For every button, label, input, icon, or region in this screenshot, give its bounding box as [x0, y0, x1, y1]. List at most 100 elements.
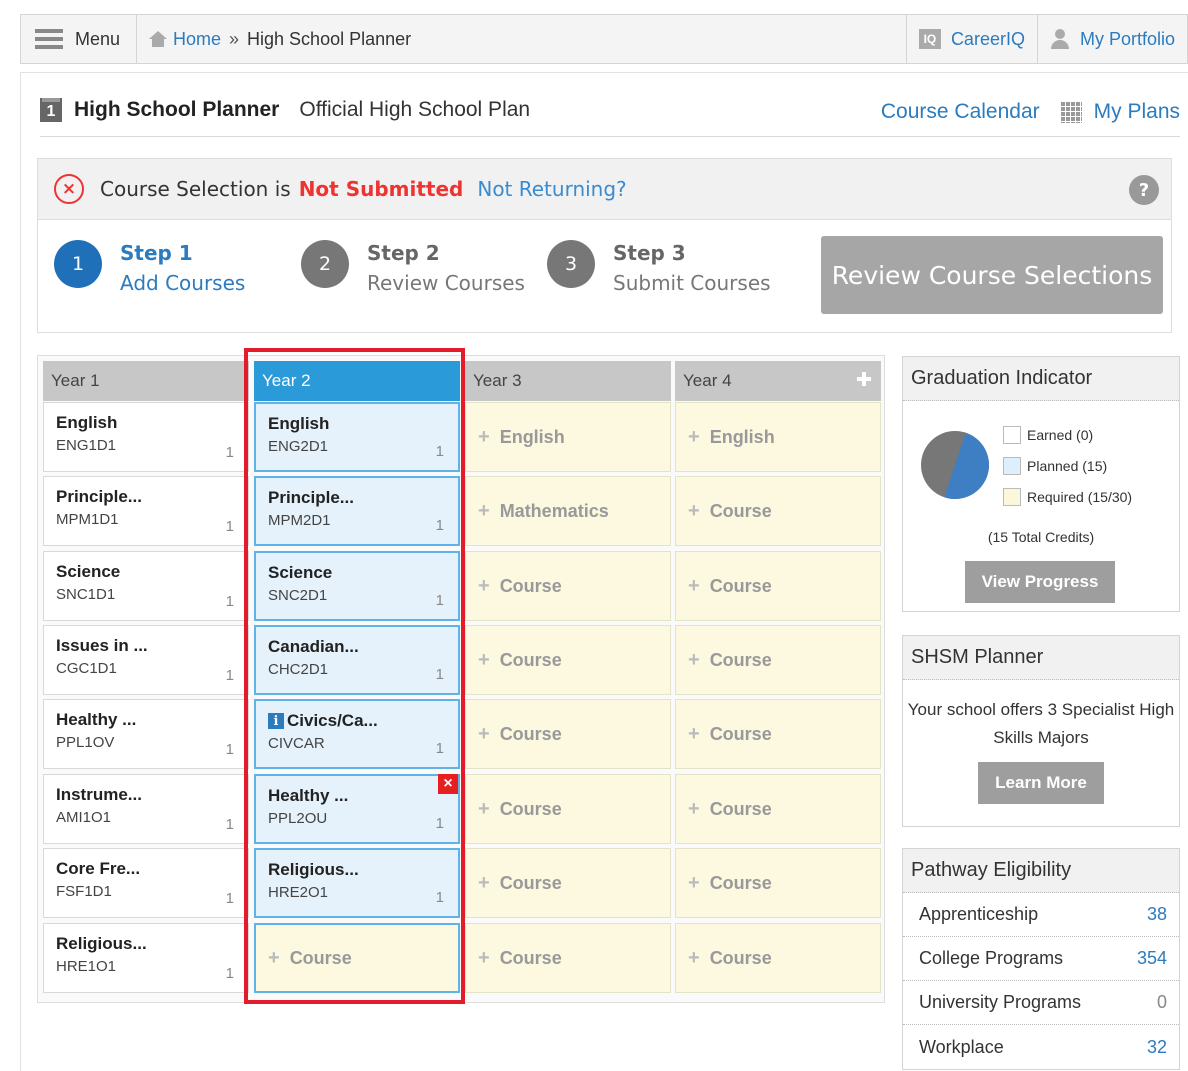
pathway-label: University Programs — [919, 992, 1082, 1012]
my-plans-link[interactable]: My Plans — [1094, 100, 1180, 124]
course-name: Instrume... — [56, 785, 236, 805]
pathway-count[interactable]: 32 — [1147, 1037, 1167, 1058]
course-card[interactable]: English ENG1D1 1 — [43, 402, 249, 472]
course-card[interactable]: Healthy ... PPL1OV 1 — [43, 699, 249, 769]
step-3[interactable]: 3 Step 3 Submit Courses — [547, 240, 771, 300]
pathway-count[interactable]: 354 — [1137, 948, 1167, 969]
not-returning-link[interactable]: Not Returning? — [477, 177, 626, 201]
year-header[interactable]: Year 1 — [43, 361, 249, 401]
course-card[interactable]: Canadian... CHC2D1 1 — [254, 625, 460, 695]
steps-panel: 1 Step 1 Add Courses 2 Step 2 Review Cours… — [37, 220, 1172, 333]
shsm-description: Your school offers 3 Specialist High Ski… — [907, 700, 1175, 747]
add-course-slot[interactable]: + Course — [465, 774, 671, 844]
legend-label: Planned (15) — [1027, 457, 1108, 474]
course-code: SNC1D1 — [56, 586, 116, 603]
add-course-slot[interactable]: + Mathematics — [465, 476, 671, 546]
year-label: Year 4 — [683, 371, 732, 390]
add-course-slot[interactable]: + Course — [465, 625, 671, 695]
review-course-selections-button[interactable]: Review Course Selections — [821, 236, 1163, 314]
menu-button[interactable]: Menu — [21, 15, 137, 63]
add-course-slot[interactable]: + Course — [465, 551, 671, 621]
pathway-row-university: University Programs 0 — [903, 981, 1179, 1025]
year-label: Year 2 — [262, 371, 311, 390]
legend-swatch — [1003, 487, 1021, 506]
add-course-slot[interactable]: + Course — [675, 699, 881, 769]
add-course-slot[interactable]: + Course — [675, 551, 881, 621]
slot-placeholder: Course — [709, 649, 772, 670]
course-name: Science — [56, 562, 236, 582]
add-course-slot[interactable]: + English — [675, 402, 881, 472]
course-code: ENG2D1 — [268, 438, 329, 455]
step-2[interactable]: 2 Step 2 Review Courses — [301, 240, 525, 300]
add-course-slot[interactable]: + Course — [254, 923, 460, 993]
step-desc: Add Courses — [120, 271, 246, 295]
course-card[interactable]: English ENG2D1 1 — [254, 402, 460, 472]
careeriq-link[interactable]: IQ CareerIQ — [905, 15, 1037, 63]
course-name-text: Healthy ... — [268, 786, 349, 805]
course-credits: 1 — [225, 816, 234, 833]
course-calendar-link[interactable]: Course Calendar — [881, 100, 1040, 124]
pathway-row-workplace[interactable]: Workplace 32 — [903, 1025, 1179, 1069]
pathway-count[interactable]: 38 — [1147, 904, 1167, 925]
legend-label: Required (15/30) — [1027, 488, 1133, 505]
step-desc: Submit Courses — [613, 271, 771, 295]
my-portfolio-link[interactable]: My Portfolio — [1036, 15, 1187, 63]
help-icon[interactable]: ? — [1129, 175, 1159, 205]
step-number: 1 — [54, 240, 102, 288]
course-name: English — [56, 413, 236, 433]
remove-course-icon[interactable]: × — [438, 774, 458, 794]
step-1[interactable]: 1 Step 1 Add Courses — [54, 240, 245, 300]
breadcrumb-home-link[interactable]: Home — [149, 29, 221, 50]
add-course-slot[interactable]: + Course — [465, 923, 671, 993]
pathway-row-apprenticeship[interactable]: Apprenticeship 38 — [903, 893, 1179, 937]
plus-icon: + — [478, 425, 490, 448]
add-year-icon[interactable] — [857, 372, 871, 386]
course-card[interactable]: Science SNC1D1 1 — [43, 551, 249, 621]
add-course-slot[interactable]: + Course — [675, 774, 881, 844]
add-course-slot[interactable]: + Course — [675, 625, 881, 695]
course-card[interactable]: Principle... MPM2D1 1 — [254, 476, 460, 546]
course-name: Principle... — [56, 487, 236, 507]
course-card[interactable]: Science SNC2D1 1 — [254, 551, 460, 621]
course-planner-grid: Year 1 English ENG1D1 1 Principle... MPM1D1 1 S… — [37, 355, 885, 1003]
title-divider — [40, 136, 1180, 137]
legend-earned: Earned (0) — [1003, 419, 1132, 450]
learn-more-button[interactable]: Learn More — [978, 762, 1104, 804]
add-course-slot[interactable]: + Course — [675, 848, 881, 918]
year-header[interactable]: Year 4 — [675, 361, 881, 401]
plus-icon: + — [478, 797, 490, 820]
course-code: AMI1O1 — [56, 809, 112, 826]
course-card[interactable]: Healthy ... PPL2OU 1 × — [254, 774, 460, 844]
view-progress-button[interactable]: View Progress — [965, 561, 1115, 603]
add-course-slot[interactable]: + Course — [465, 699, 671, 769]
year-header[interactable]: Year 2 — [254, 361, 460, 401]
pathway-row-college[interactable]: College Programs 354 — [903, 937, 1179, 981]
slot-placeholder: Course — [709, 723, 772, 744]
status-bar: × Course Selection is Not Submitted Not … — [37, 158, 1172, 220]
slot-placeholder: Course — [709, 872, 772, 893]
add-course-slot[interactable]: + Course — [675, 476, 881, 546]
graduation-legend: Earned (0) Planned (15) Required (15/30) — [1003, 419, 1132, 512]
year-column-4: Year 4 + English + Course + Course + Course + Cour… — [675, 361, 881, 993]
course-card[interactable]: i Civics/Ca... CIVCAR 1 — [254, 699, 460, 769]
add-course-slot[interactable]: + Course — [675, 923, 881, 993]
course-name-text: Issues in ... — [56, 636, 148, 655]
course-card[interactable]: Religious... HRE2O1 1 — [254, 848, 460, 918]
info-icon[interactable]: i — [268, 713, 284, 729]
course-card[interactable]: Instrume... AMI1O1 1 — [43, 774, 249, 844]
slot-placeholder: Course — [499, 723, 562, 744]
course-name: Science — [268, 563, 446, 583]
add-course-slot[interactable]: + Course — [465, 848, 671, 918]
panel-title: Pathway Eligibility — [903, 849, 1179, 893]
course-card[interactable]: Issues in ... CGC1D1 1 — [43, 625, 249, 695]
slot-placeholder: Course — [709, 575, 772, 596]
slot-placeholder: English — [499, 426, 565, 447]
course-card[interactable]: Core Fre... FSF1D1 1 — [43, 848, 249, 918]
course-card[interactable]: Principle... MPM1D1 1 — [43, 476, 249, 546]
add-course-slot[interactable]: + English — [465, 402, 671, 472]
course-credits: 1 — [225, 890, 234, 907]
graduation-indicator-panel: Graduation Indicator Earned (0) Planned … — [902, 356, 1180, 612]
plus-icon: + — [478, 648, 490, 671]
course-card[interactable]: Religious... HRE1O1 1 — [43, 923, 249, 993]
year-header[interactable]: Year 3 — [465, 361, 671, 401]
